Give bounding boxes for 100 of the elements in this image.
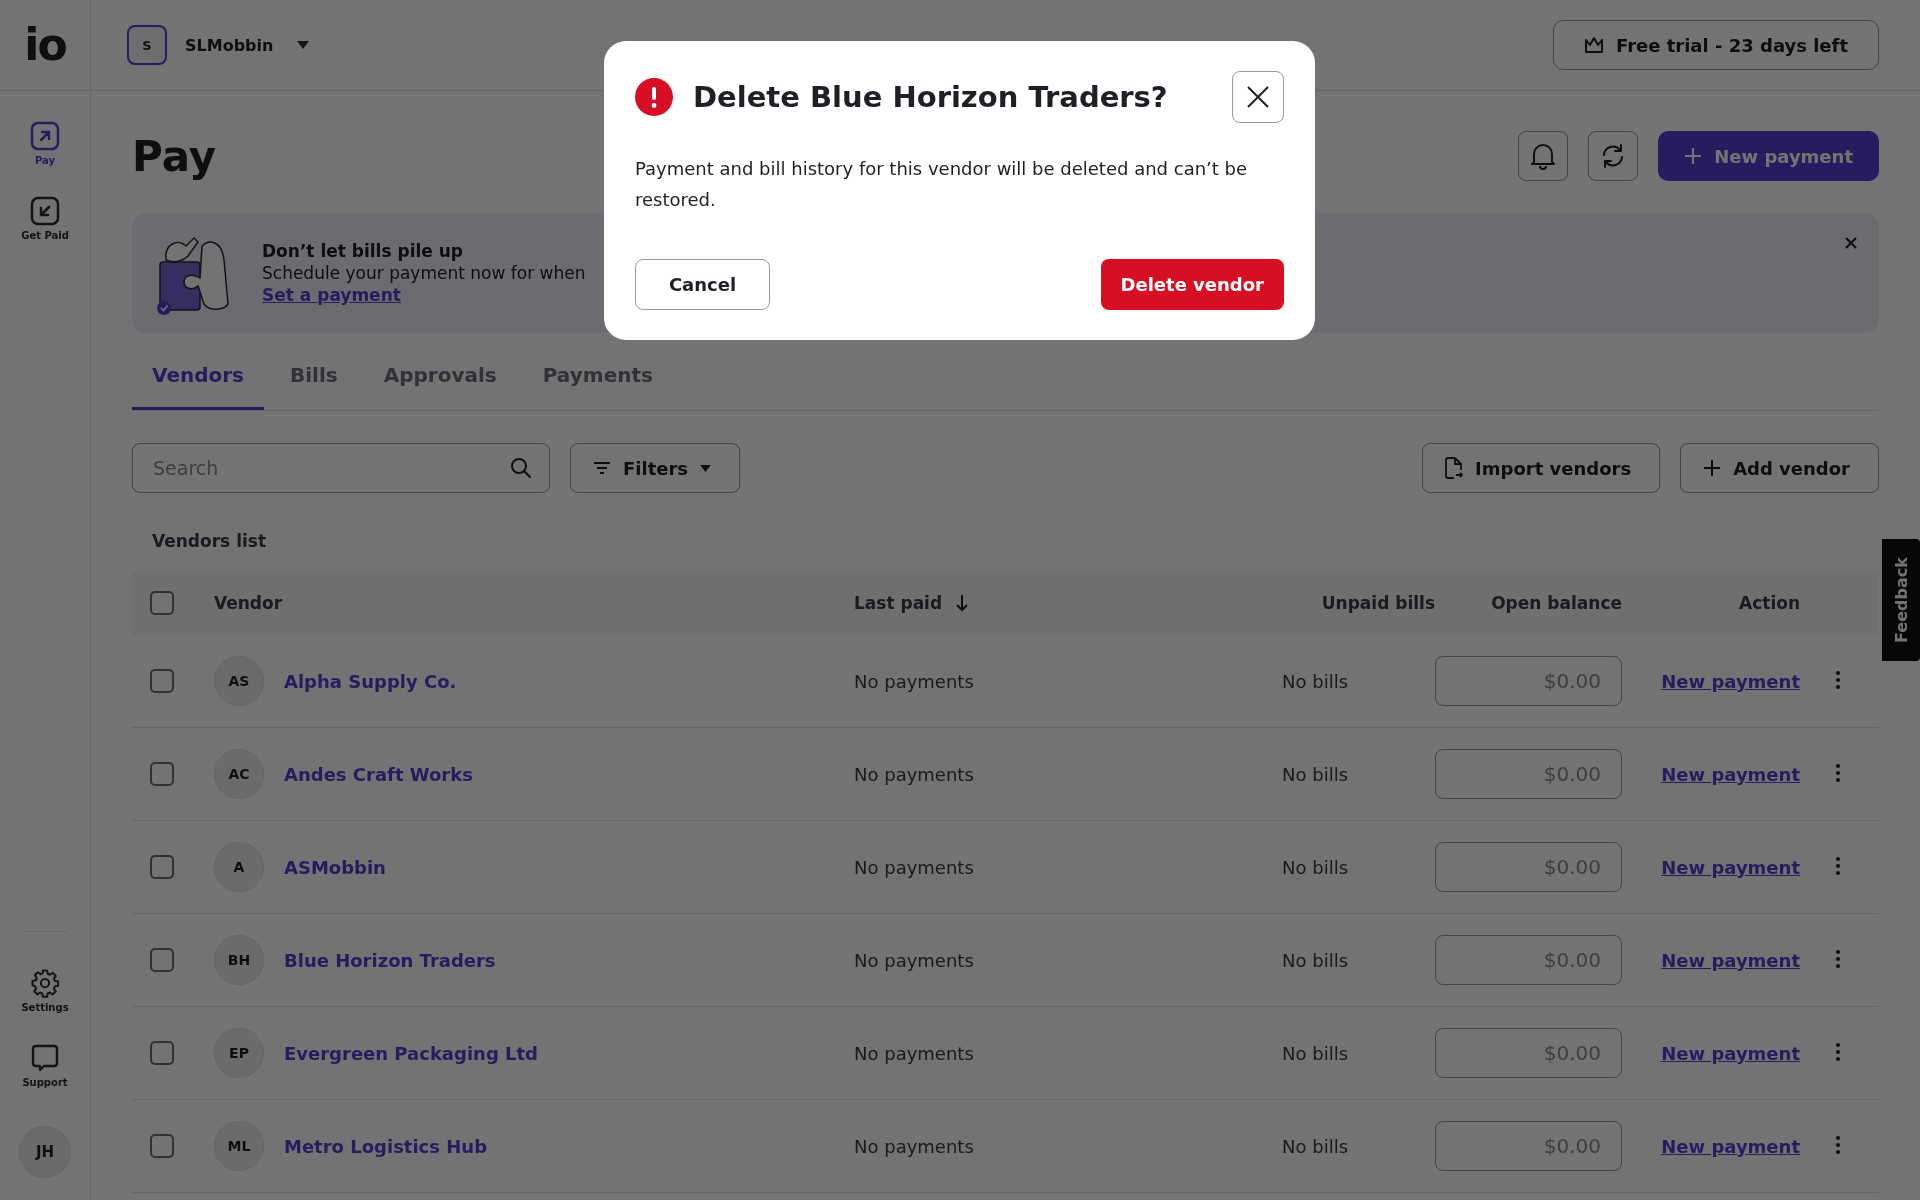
arrow-down-icon[interactable] bbox=[956, 594, 969, 612]
banner-text: Schedule your payment now for when bbox=[262, 263, 586, 283]
more-options-button[interactable] bbox=[1836, 763, 1840, 785]
checkbox[interactable] bbox=[150, 591, 174, 615]
arrow-down-left-icon bbox=[30, 196, 60, 226]
filter-lines-icon bbox=[593, 461, 611, 475]
search-icon[interactable] bbox=[510, 457, 532, 479]
vendor-name[interactable]: Evergreen Packaging Ltd bbox=[284, 1042, 538, 1064]
vendor-name[interactable]: ASMobbin bbox=[284, 856, 386, 878]
cancel-button[interactable]: Cancel bbox=[635, 259, 770, 310]
more-options-button[interactable] bbox=[1836, 1042, 1840, 1064]
table-cell-text: No bills bbox=[1282, 949, 1349, 971]
list-title: Vendors list bbox=[152, 531, 268, 551]
more-options-button[interactable] bbox=[1836, 1135, 1840, 1157]
vendor-avatar: ML bbox=[214, 1121, 264, 1171]
table-cell-text: No bills bbox=[1282, 1135, 1349, 1157]
tab[interactable]: Bills bbox=[270, 345, 358, 410]
more-icon bbox=[1836, 763, 1840, 782]
checkbox[interactable] bbox=[150, 948, 174, 972]
set-payment-link[interactable]: Set a payment bbox=[262, 285, 401, 305]
table-cell-text: No payments bbox=[854, 763, 975, 785]
sidebar-item[interactable]: Settings bbox=[21, 968, 69, 1013]
sidebar-item[interactable]: Pay bbox=[30, 121, 60, 166]
table-cell-text: No bills bbox=[1282, 856, 1349, 878]
feedback-tab[interactable]: Feedback bbox=[1882, 539, 1920, 661]
table-cell-text: No payments bbox=[854, 856, 975, 878]
page-title: Pay bbox=[132, 131, 217, 181]
notifications-button[interactable] bbox=[1518, 131, 1569, 181]
table-cell-text: No bills bbox=[1282, 1042, 1349, 1064]
vendor-avatar: AS bbox=[214, 656, 264, 706]
speech-bubble-icon bbox=[30, 1043, 60, 1073]
more-options-button[interactable] bbox=[1836, 949, 1840, 971]
tab[interactable]: Vendors bbox=[132, 345, 264, 410]
tab[interactable]: Payments bbox=[522, 345, 673, 410]
caret-icon bbox=[700, 464, 712, 472]
checkbox[interactable] bbox=[150, 1041, 174, 1065]
sidebar-item[interactable]: Support bbox=[22, 1043, 68, 1088]
caret-icon[interactable] bbox=[297, 41, 310, 49]
arrow-up-right-icon bbox=[30, 121, 60, 151]
document-icon bbox=[1445, 457, 1464, 479]
vendor-avatar: AC bbox=[214, 749, 264, 799]
vendor-avatar: EP bbox=[214, 1028, 264, 1078]
checkbox[interactable] bbox=[150, 669, 174, 693]
workspace-name[interactable]: SLMobbin bbox=[185, 35, 274, 55]
vendor-name[interactable]: Metro Logistics Hub bbox=[284, 1135, 488, 1157]
filters-button[interactable]: Filters bbox=[570, 443, 741, 493]
table-cell-text: No bills bbox=[1282, 763, 1349, 785]
vendor-avatar: A bbox=[214, 842, 264, 892]
user-avatar[interactable]: JH bbox=[19, 1126, 71, 1178]
table-cell-text: No payments bbox=[854, 1135, 975, 1157]
column-header[interactable]: Open balance bbox=[1491, 593, 1622, 613]
close-icon bbox=[1845, 237, 1857, 249]
trial-button[interactable]: Free trial - 23 days left bbox=[1553, 20, 1879, 70]
column-header[interactable]: Last paid bbox=[854, 593, 943, 613]
vendor-name[interactable]: Andes Craft Works bbox=[284, 763, 473, 785]
more-icon bbox=[1836, 856, 1840, 875]
more-icon bbox=[1836, 670, 1840, 689]
table-cell-text: No payments bbox=[854, 949, 975, 971]
new-payment-button[interactable]: New payment bbox=[1658, 131, 1879, 181]
column-header[interactable]: Action bbox=[1739, 593, 1800, 613]
banner-title: Don’t let bills pile up bbox=[262, 241, 465, 261]
delete-vendor-button[interactable]: Delete vendor bbox=[1100, 259, 1284, 310]
new-payment-link[interactable]: New payment bbox=[1661, 949, 1800, 971]
plus-icon bbox=[1703, 459, 1722, 477]
checkbox[interactable] bbox=[150, 855, 174, 879]
logo: io bbox=[24, 23, 66, 67]
dialog-message: Payment and bill history for this vendor will be deleted and can’t be restored. bbox=[635, 157, 1249, 212]
new-payment-link[interactable]: New payment bbox=[1661, 670, 1800, 692]
vendor-name[interactable]: Blue Horizon Traders bbox=[284, 949, 496, 971]
bell-icon bbox=[1530, 142, 1557, 170]
workspace-avatar[interactable]: S bbox=[127, 25, 167, 65]
more-icon bbox=[1836, 1042, 1840, 1061]
table-cell-text: No bills bbox=[1282, 670, 1349, 692]
tab[interactable]: Approvals bbox=[363, 345, 517, 410]
more-icon bbox=[1836, 949, 1840, 968]
table-cell-text: No payments bbox=[854, 670, 975, 692]
column-header[interactable]: Unpaid bills bbox=[1321, 593, 1435, 613]
checkbox[interactable] bbox=[150, 762, 174, 786]
sidebar-item[interactable]: Get Paid bbox=[21, 196, 69, 241]
import-vendors-button[interactable]: Import vendors bbox=[1422, 443, 1661, 493]
vendor-name[interactable]: Alpha Supply Co. bbox=[284, 670, 457, 692]
table-cell-text: No payments bbox=[854, 1042, 975, 1064]
column-header[interactable]: Vendor bbox=[214, 593, 283, 613]
more-options-button[interactable] bbox=[1836, 856, 1840, 878]
crown-icon bbox=[1584, 36, 1604, 54]
settings-icon bbox=[30, 968, 60, 998]
new-payment-link[interactable]: New payment bbox=[1661, 1135, 1800, 1157]
plus-icon bbox=[1684, 147, 1703, 165]
checkbox[interactable] bbox=[150, 1134, 174, 1158]
dialog-title: Delete Blue Horizon Traders? bbox=[693, 80, 1169, 114]
add-vendor-button[interactable]: Add vendor bbox=[1680, 443, 1879, 493]
new-payment-link[interactable]: New payment bbox=[1661, 763, 1800, 785]
alert-icon bbox=[635, 78, 673, 116]
close-button[interactable] bbox=[1232, 71, 1284, 123]
more-options-button[interactable] bbox=[1836, 670, 1840, 692]
more-icon bbox=[1836, 1135, 1840, 1154]
vendor-avatar: BH bbox=[214, 935, 264, 985]
refresh-button[interactable] bbox=[1588, 131, 1639, 181]
new-payment-link[interactable]: New payment bbox=[1661, 1042, 1800, 1064]
new-payment-link[interactable]: New payment bbox=[1661, 856, 1800, 878]
